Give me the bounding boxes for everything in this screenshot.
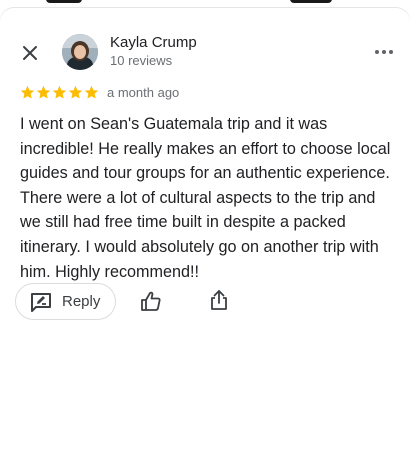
reply-label: Reply xyxy=(62,293,101,310)
status-clock xyxy=(46,0,82,3)
review-sheet: Kayla Crump 10 reviews a month ago I wen… xyxy=(0,8,410,468)
like-button[interactable] xyxy=(138,288,164,314)
more-dot xyxy=(389,50,393,54)
star-rating xyxy=(20,85,99,100)
reply-icon xyxy=(31,292,51,312)
thumb-up-icon xyxy=(141,291,161,311)
more-vert-icon xyxy=(375,50,379,54)
close-button[interactable] xyxy=(18,41,42,65)
share-button[interactable] xyxy=(206,287,232,313)
share-icon xyxy=(211,290,227,310)
avatar[interactable] xyxy=(62,34,98,70)
star-icon xyxy=(52,85,67,99)
rating-row: a month ago xyxy=(20,85,179,100)
reply-button[interactable]: Reply xyxy=(15,283,116,320)
close-icon xyxy=(23,46,37,60)
more-options-button[interactable] xyxy=(372,42,396,62)
star-icon xyxy=(36,85,51,99)
reviewer-review-count: 10 reviews xyxy=(110,53,173,68)
star-icon xyxy=(84,85,99,99)
status-indicators xyxy=(290,0,332,3)
star-icon xyxy=(68,85,83,99)
review-time: a month ago xyxy=(107,85,180,100)
more-dot xyxy=(382,50,386,54)
star-icon xyxy=(20,85,35,99)
reviewer-name[interactable]: Kayla Crump xyxy=(110,34,197,51)
review-text: I went on Sean's Guatemala trip and it w… xyxy=(20,115,391,281)
